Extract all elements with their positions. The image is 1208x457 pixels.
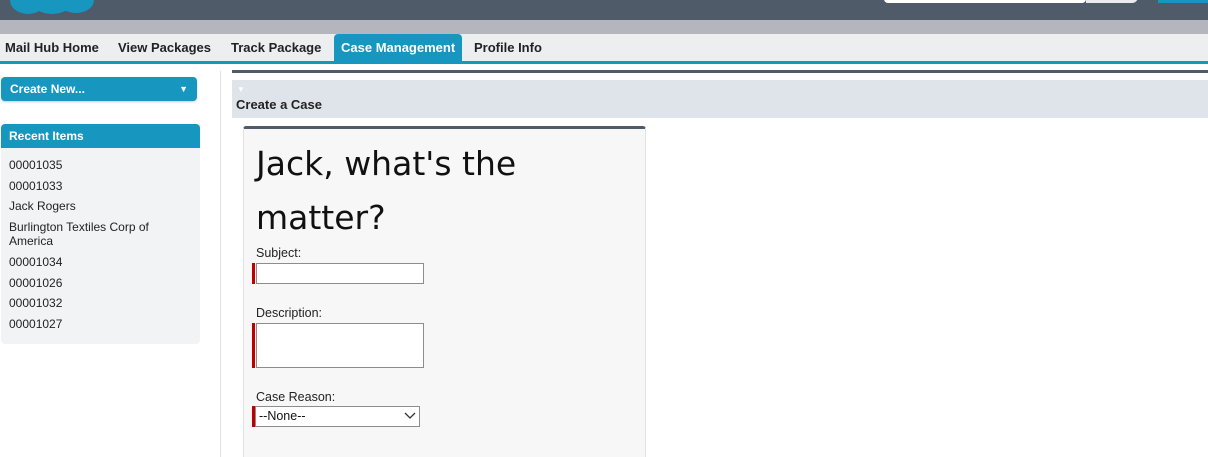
description-label: Description:	[256, 306, 322, 320]
recent-items-header: Recent Items	[1, 124, 200, 148]
global-search-input[interactable]	[884, 0, 1086, 3]
subject-input[interactable]	[256, 263, 424, 284]
salesforce-logo[interactable]	[6, 0, 98, 16]
recent-item[interactable]: 00001032	[9, 296, 194, 310]
subject-required-marker	[252, 263, 255, 284]
caret-down-icon: ▼	[179, 84, 188, 94]
recent-item[interactable]: 00001026	[9, 276, 194, 290]
chevron-down-icon	[404, 412, 416, 419]
recent-item[interactable]: Burlington Textiles Corp of America	[9, 220, 194, 248]
recent-item[interactable]: 00001033	[9, 179, 194, 193]
recent-item[interactable]: 00001034	[9, 255, 194, 269]
recent-item[interactable]: 00001027	[9, 317, 194, 331]
description-textarea[interactable]	[256, 323, 424, 368]
triangle-down-icon[interactable]: ▼	[237, 85, 245, 94]
tab-track-package[interactable]: Track Package	[231, 34, 321, 61]
description-required-marker	[252, 323, 255, 368]
case-reason-label: Case Reason:	[256, 390, 336, 404]
main-rule	[232, 70, 1208, 73]
tab-mail-hub-home[interactable]: Mail Hub Home	[5, 34, 99, 61]
recent-item[interactable]: 00001035	[9, 158, 194, 172]
tab-underline	[0, 61, 1208, 64]
tab-view-packages[interactable]: View Packages	[118, 34, 211, 61]
subject-label: Subject:	[256, 246, 302, 260]
tab-case-management[interactable]: Case Management	[334, 34, 463, 61]
section-header	[232, 80, 1208, 118]
create-new-label: Create New...	[10, 82, 85, 96]
greeting-heading: Jack, what's the matter?	[256, 144, 517, 237]
section-title: Create a Case	[236, 97, 322, 112]
header-accent	[1158, 0, 1208, 3]
create-new-button[interactable]: Create New... ▼	[1, 77, 197, 101]
case-reason-select[interactable]: --None--	[255, 406, 420, 427]
column-divider	[220, 71, 221, 457]
search-button[interactable]	[1086, 0, 1138, 3]
recent-item[interactable]: Jack Rogers	[9, 199, 194, 213]
case-reason-value: --None--	[259, 409, 306, 423]
header-band	[0, 20, 1208, 34]
top-header	[0, 0, 1208, 20]
tab-profile-info[interactable]: Profile Info	[474, 34, 542, 61]
